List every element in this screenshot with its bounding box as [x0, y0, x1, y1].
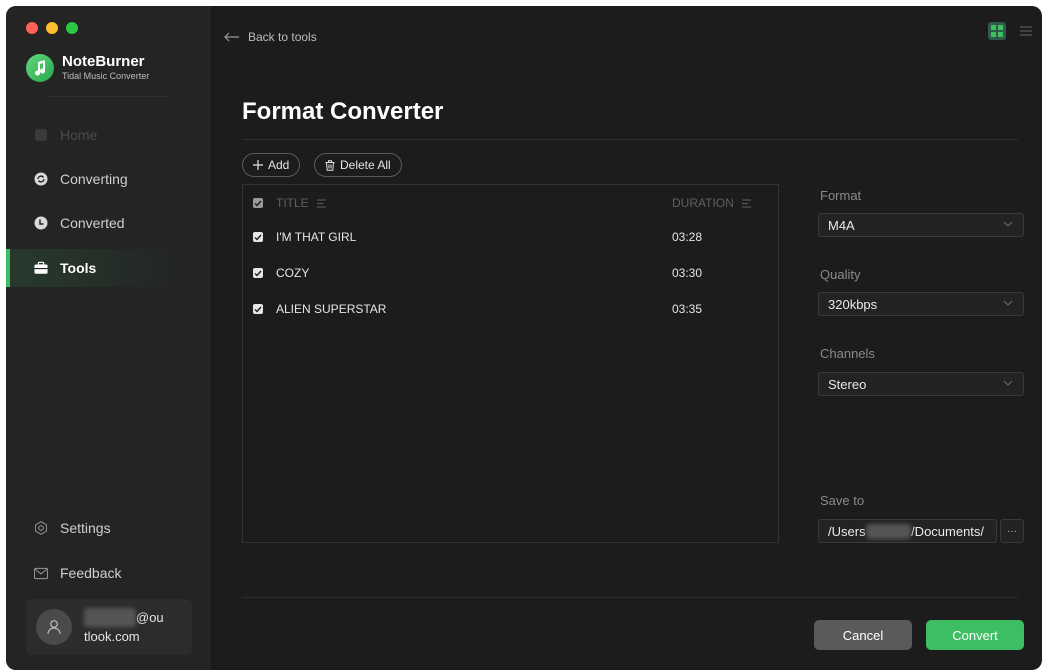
table-row[interactable]: I'M THAT GIRL 03:28 [243, 219, 778, 255]
sidebar-item-feedback[interactable]: Feedback [6, 554, 209, 592]
grid-icon [991, 25, 1003, 37]
save-path-prefix: /Users [828, 523, 866, 539]
convert-button[interactable]: Convert [926, 620, 1024, 650]
column-duration-label: DURATION [672, 196, 734, 210]
music-note-icon [26, 54, 54, 82]
avatar [36, 609, 72, 645]
sidebar-item-settings[interactable]: Settings [6, 509, 209, 547]
email-redacted: xxxxxxxx [84, 608, 136, 627]
save-path-field[interactable]: /Usersxxxxxxx/Documents/ [818, 519, 997, 543]
layout-toggle-button[interactable] [988, 22, 1006, 40]
track-duration: 03:30 [672, 266, 703, 280]
table-row[interactable]: COZY 03:30 [243, 255, 778, 291]
save-path-redacted: xxxxxxx [865, 523, 912, 539]
sidebar-item-label: Tools [60, 260, 97, 276]
sidebar-item-label: Settings [60, 520, 111, 536]
sidebar-item-label: Home [60, 127, 98, 143]
table-row[interactable]: ALIEN SUPERSTAR 03:35 [243, 291, 778, 327]
brand-divider [46, 96, 170, 97]
arrow-left-icon [224, 32, 239, 42]
back-label: Back to tools [248, 30, 317, 44]
window-controls [26, 22, 78, 34]
trash-icon [325, 159, 335, 171]
sort-icon [316, 199, 326, 208]
footer-divider [242, 597, 1018, 598]
brand-name: NoteBurner [62, 53, 145, 70]
title-divider [242, 139, 1018, 140]
select-all-checkbox[interactable] [253, 198, 263, 208]
clock-icon [34, 216, 48, 230]
column-title-label: TITLE [276, 196, 309, 210]
channels-value: Stereo [828, 376, 867, 392]
track-table: TITLE DURATION I'M THAT GIRL 03:28 COZY … [242, 184, 779, 543]
quality-select[interactable]: 320kbps [818, 292, 1024, 316]
channels-label: Channels [820, 346, 875, 361]
menu-icon[interactable] [1020, 26, 1032, 36]
brand-subtitle: Tidal Music Converter [62, 71, 150, 81]
sidebar-item-tools[interactable]: Tools [6, 249, 209, 287]
minimize-window-button[interactable] [46, 22, 58, 34]
page-title: Format Converter [242, 98, 444, 125]
cancel-button[interactable]: Cancel [814, 620, 912, 650]
sidebar-item-label: Converting [60, 171, 128, 187]
checkmark-icon [254, 200, 262, 207]
browse-folder-button[interactable]: ··· [1000, 519, 1024, 543]
top-right-controls [988, 22, 1032, 40]
sidebar-item-label: Converted [60, 215, 125, 231]
row-checkbox[interactable] [253, 268, 263, 278]
channels-select[interactable]: Stereo [818, 372, 1024, 396]
track-title: COZY [276, 266, 310, 280]
home-icon [34, 128, 48, 142]
delete-all-button[interactable]: Delete All [314, 153, 402, 177]
app-window: NoteBurner Tidal Music Converter Home Co… [6, 6, 1042, 670]
chevron-down-icon [1003, 380, 1013, 386]
plus-icon [253, 160, 263, 170]
user-email: xxxxxxxx@ou tlook.com [84, 608, 164, 646]
checkmark-icon [254, 234, 262, 241]
back-to-tools-link[interactable]: Back to tools [224, 30, 317, 44]
row-checkbox[interactable] [253, 304, 263, 314]
chevron-down-icon [1003, 221, 1013, 227]
quality-value: 320kbps [828, 296, 878, 312]
checkmark-icon [254, 306, 262, 313]
add-button[interactable]: Add [242, 153, 301, 177]
format-select[interactable]: M4A [818, 213, 1024, 237]
chevron-down-icon [1003, 300, 1013, 306]
checkmark-icon [254, 270, 262, 277]
email-line-1: @ou [136, 610, 164, 625]
column-duration-header[interactable]: DURATION [672, 196, 751, 210]
mail-icon [34, 566, 48, 580]
ellipsis-icon: ··· [1007, 525, 1017, 537]
save-path-suffix: /Documents/ [911, 523, 985, 539]
save-to-label: Save to [820, 493, 865, 508]
add-label: Add [268, 158, 290, 172]
email-line-2: tlook.com [84, 629, 140, 644]
toolbox-icon [34, 261, 48, 275]
format-label: Format [820, 188, 862, 203]
main-panel: Back to tools Format Converter Add Delet… [210, 6, 1042, 670]
track-duration: 03:35 [672, 302, 703, 316]
user-icon [47, 620, 61, 635]
column-title-header[interactable]: TITLE [276, 196, 326, 210]
track-duration: 03:28 [672, 230, 703, 244]
delete-all-label: Delete All [340, 158, 391, 172]
zoom-window-button[interactable] [66, 22, 78, 34]
row-checkbox[interactable] [253, 232, 263, 242]
sync-icon [34, 172, 48, 186]
user-account-card[interactable]: xxxxxxxx@ou tlook.com [26, 599, 192, 655]
format-value: M4A [828, 217, 855, 233]
brand: NoteBurner Tidal Music Converter [26, 54, 149, 82]
gear-icon [34, 521, 48, 535]
quality-label: Quality [820, 267, 861, 282]
close-window-button[interactable] [26, 22, 38, 34]
sidebar: NoteBurner Tidal Music Converter Home Co… [6, 6, 210, 670]
track-title: I'M THAT GIRL [276, 230, 357, 244]
track-title: ALIEN SUPERSTAR [276, 302, 387, 316]
sidebar-item-converted[interactable]: Converted [6, 204, 209, 242]
sidebar-item-home[interactable]: Home [6, 116, 209, 154]
table-header: TITLE DURATION [243, 185, 778, 221]
sidebar-item-label: Feedback [60, 565, 122, 581]
sidebar-item-converting[interactable]: Converting [6, 160, 209, 198]
sort-icon [741, 199, 751, 208]
